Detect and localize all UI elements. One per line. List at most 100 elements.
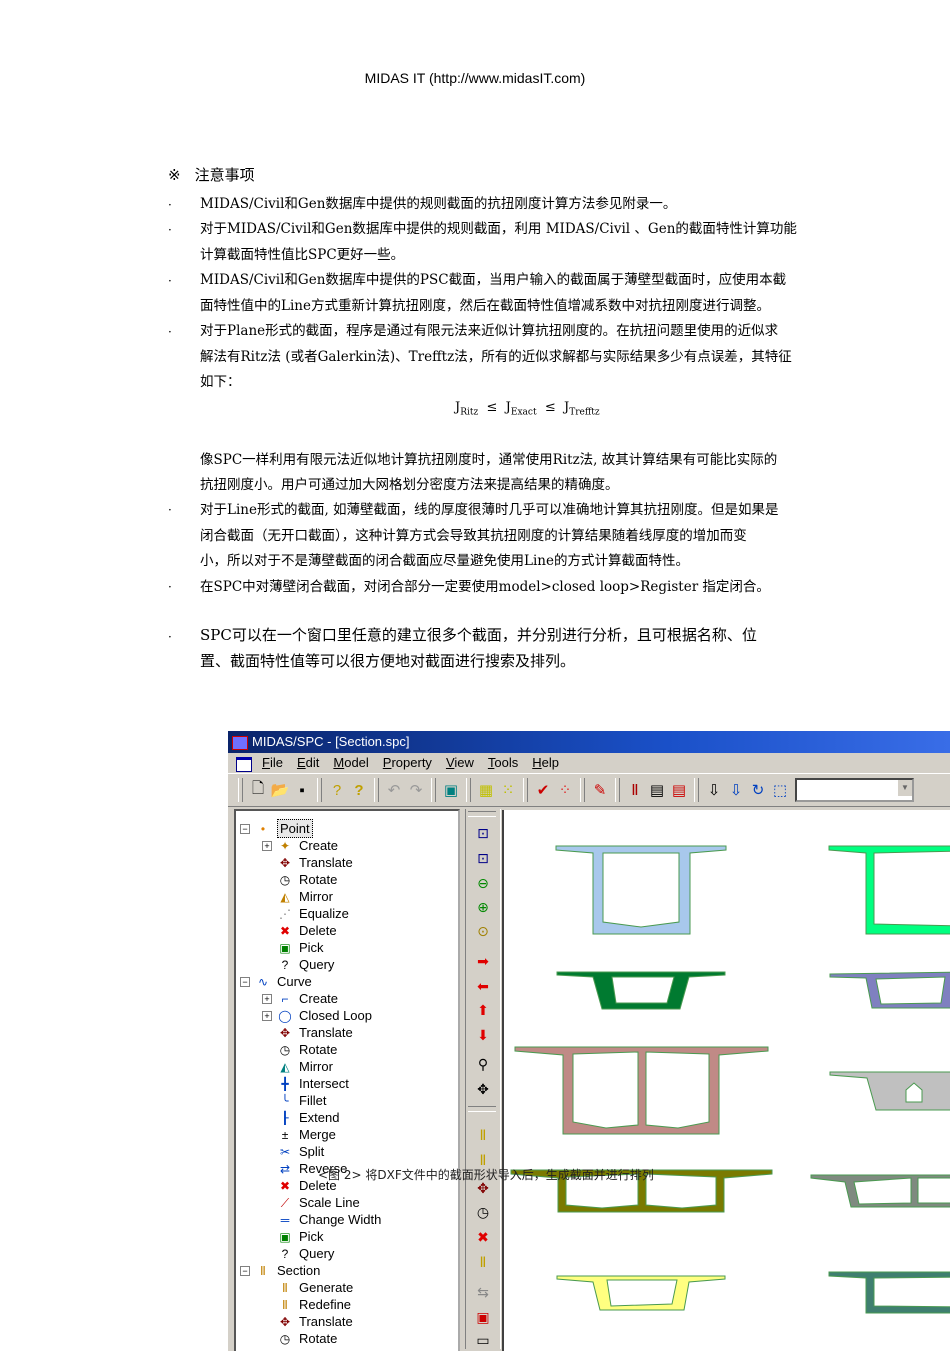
section-edit-icon[interactable]: ✎ xyxy=(589,779,611,801)
arrange-icon[interactable]: ⇆ xyxy=(473,1282,493,1302)
section-shape xyxy=(555,845,727,935)
tree-item-merge[interactable]: ± Merge xyxy=(262,1126,336,1143)
context-help-icon[interactable]: ? xyxy=(348,779,370,801)
tree-item-extend[interactable]: ┠ Extend xyxy=(262,1109,339,1126)
display-icon[interactable]: ▣ xyxy=(440,779,462,801)
expand-icon[interactable]: + xyxy=(262,1010,272,1021)
pan-down-icon[interactable]: ⬇ xyxy=(473,1025,493,1045)
tree-item-fillet[interactable]: ╰ Fillet xyxy=(262,1092,326,1109)
collapse-icon[interactable]: − xyxy=(240,976,250,987)
section-list-icon[interactable]: ▭ xyxy=(473,1330,493,1350)
tree-item-pick[interactable]: ▣ Pick xyxy=(262,1228,323,1245)
pan-icon[interactable]: ✥ xyxy=(473,1079,493,1099)
toolbar-combo[interactable]: ▼ xyxy=(795,778,914,802)
tree-item-redefine[interactable]: Ⅱ Redefine xyxy=(262,1296,351,1313)
save-icon[interactable]: ▪ xyxy=(291,779,313,801)
query-icon: ? xyxy=(281,957,289,972)
new-file-icon[interactable]: 🗋 xyxy=(247,779,269,801)
zoom-out-icon[interactable]: ⊖ xyxy=(473,873,493,893)
tree-item-query[interactable]: ? Query xyxy=(262,956,335,973)
tree-item-mirror[interactable]: ◭ Mirror xyxy=(262,1058,333,1075)
point-snap-icon[interactable]: ⁘ xyxy=(554,779,576,801)
toolbar-separator xyxy=(374,778,379,802)
tree-item-query[interactable]: ? Query xyxy=(262,1245,335,1262)
tree-item-curve[interactable]: − ∿ Curve xyxy=(240,973,312,990)
bullet: · xyxy=(168,630,172,644)
sections-drawing xyxy=(510,845,950,1314)
menu-edit[interactable]: Edit xyxy=(297,753,319,773)
collapse-icon[interactable]: − xyxy=(240,1265,250,1276)
torsion-formula: JRitz ≤ JExact ≤ JTrefftz xyxy=(455,400,600,418)
zoom-window-icon[interactable]: ⬚ xyxy=(769,779,791,801)
tree-item-equalize[interactable]: ⋰ Equalize xyxy=(262,905,349,922)
tree-item-closed-loop[interactable]: + ◯ Closed Loop xyxy=(262,1007,372,1024)
menu-help[interactable]: Help xyxy=(532,753,559,773)
tree-item-translate[interactable]: ✥ Translate xyxy=(262,1313,353,1330)
mirror-icon: ◭ xyxy=(280,1059,290,1074)
select-icon[interactable]: ⇩ xyxy=(703,779,725,801)
export-icon[interactable]: ▤ xyxy=(668,779,690,801)
menu-view[interactable]: View xyxy=(446,753,474,773)
menu-property[interactable]: Property xyxy=(383,753,432,773)
tree-item-point[interactable]: − • Point xyxy=(240,819,313,838)
tree-item-section[interactable]: − Ⅱ Section xyxy=(240,1262,320,1279)
section-copy-icon[interactable]: Ⅱ xyxy=(473,1252,493,1272)
paragraph-line: 对于Plane形式的截面，程序是通过有限元法来近似计算抗扭刚度的。在抗扭问题里使… xyxy=(200,323,779,339)
tree-item-label: Rotate xyxy=(299,1042,338,1057)
redo-icon[interactable]: ↷ xyxy=(405,779,427,801)
section-property-icon[interactable]: Ⅱ xyxy=(624,779,646,801)
report-icon[interactable]: ▤ xyxy=(646,779,668,801)
tree-item-rotate[interactable]: ◷ Rotate xyxy=(262,1330,338,1347)
section-info-icon[interactable]: ▣ xyxy=(473,1307,493,1327)
tree-item-mirror[interactable]: ◭ Mirror xyxy=(262,888,333,905)
system-menu-icon[interactable] xyxy=(236,757,252,772)
tree-item-translate[interactable]: ✥ Translate xyxy=(262,854,353,871)
collapse-icon[interactable]: − xyxy=(240,823,250,834)
tree-item-change-width[interactable]: ═ Change Width xyxy=(262,1211,382,1228)
drawing-canvas[interactable] xyxy=(502,810,950,1351)
menu-model[interactable]: Model xyxy=(333,753,368,773)
change-width-icon: ═ xyxy=(280,1212,290,1227)
open-folder-icon[interactable]: 📂 xyxy=(269,779,291,801)
pan-right-icon[interactable]: ➡ xyxy=(473,951,493,971)
tree-item-translate[interactable]: ✥ Translate xyxy=(262,1024,353,1041)
tree-item-pick[interactable]: ▣ Pick xyxy=(262,939,324,956)
help-topic-icon[interactable]: ? xyxy=(326,779,348,801)
section-generate-icon[interactable]: Ⅱ xyxy=(473,1125,493,1145)
zoom-window-icon[interactable]: ⊙ xyxy=(473,921,493,941)
select-window-icon[interactable]: ⇩ xyxy=(725,779,747,801)
delete-icon[interactable]: ✖ xyxy=(473,1227,493,1247)
rotate-icon[interactable]: ◷ xyxy=(473,1202,493,1222)
pan-left-icon[interactable]: ⬅ xyxy=(473,976,493,996)
chevron-down-icon[interactable]: ▼ xyxy=(898,780,912,796)
section-shape xyxy=(514,1046,769,1135)
tree-item-rotate[interactable]: ◷ Rotate xyxy=(262,871,338,888)
tree-item-split[interactable]: ✂ Split xyxy=(262,1143,324,1160)
tree-item-intersect[interactable]: ╋ Intersect xyxy=(262,1075,348,1092)
dynamic-zoom-icon[interactable]: ⚲ xyxy=(473,1054,493,1074)
menu-file[interactable]: File xyxy=(262,753,283,773)
menu-tools[interactable]: Tools xyxy=(488,753,518,773)
zoom-all-icon[interactable]: ⊡ xyxy=(473,848,493,868)
expand-icon[interactable]: + xyxy=(262,993,272,1004)
tree-item-label: Pick xyxy=(299,940,324,955)
undo-icon[interactable]: ↶ xyxy=(383,779,405,801)
bullet: · xyxy=(168,274,172,288)
toolbar-grip[interactable] xyxy=(238,778,243,802)
snap-icon[interactable]: ✔ xyxy=(532,779,554,801)
rotate-view-icon[interactable]: ↻ xyxy=(747,779,769,801)
bullet: · xyxy=(168,325,172,339)
tree-item-scale-line[interactable]: ⟋ Scale Line xyxy=(262,1194,360,1211)
tree-item-generate[interactable]: Ⅱ Generate xyxy=(262,1279,353,1296)
grid-pick-icon[interactable]: ▦ xyxy=(475,779,497,801)
tree-item-create[interactable]: + ⌐ Create xyxy=(262,990,338,1007)
expand-icon[interactable]: + xyxy=(262,840,272,851)
zoom-in-icon[interactable]: ⊕ xyxy=(473,897,493,917)
toolbar-grip[interactable] xyxy=(468,811,496,817)
tree-item-delete[interactable]: ✖ Delete xyxy=(262,922,337,939)
grid-icon[interactable]: ⁙ xyxy=(497,779,519,801)
pan-up-icon[interactable]: ⬆ xyxy=(473,1000,493,1020)
tree-item-rotate[interactable]: ◷ Rotate xyxy=(262,1041,338,1058)
zoom-fit-icon[interactable]: ⊡ xyxy=(473,823,493,843)
tree-item-create[interactable]: + ✦ Create xyxy=(262,837,338,854)
